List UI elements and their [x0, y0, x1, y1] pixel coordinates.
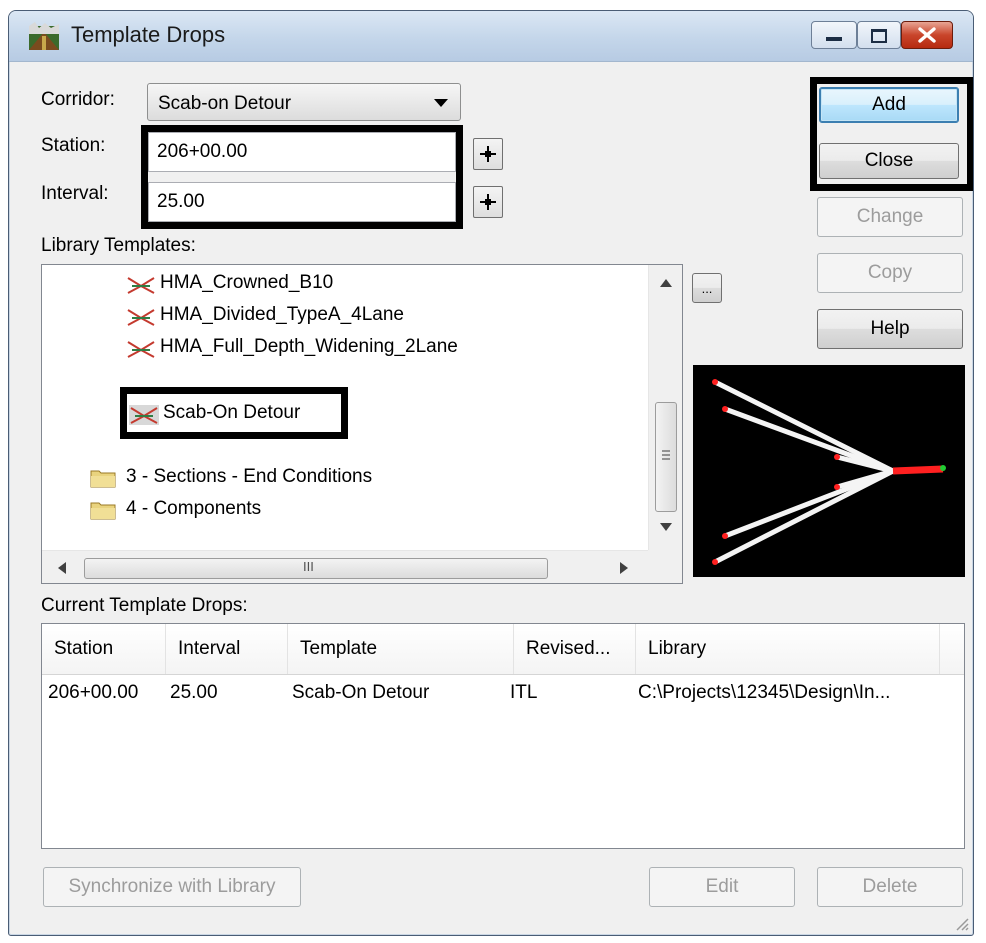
crosshair-icon [480, 194, 496, 210]
tree-horizontal-scrollbar[interactable]: III [42, 550, 648, 583]
table-header: Station Interval Template Revised... Lib… [42, 624, 964, 675]
delete-button[interactable]: Delete [817, 867, 963, 907]
maximize-icon [871, 29, 887, 43]
template-drops-window: Template Drops Corridor: Scab-on Detour … [8, 10, 974, 936]
current-template-drops-label: Current Template Drops: [41, 595, 248, 616]
station-input[interactable] [149, 133, 455, 171]
scroll-left-arrow-icon [58, 562, 66, 574]
library-templates-label: Library Templates: [41, 235, 196, 256]
cell-template: Scab-On Detour [292, 682, 430, 703]
interval-input[interactable] [149, 183, 455, 221]
template-preview [693, 365, 965, 577]
browse-library-button[interactable]: ... [692, 273, 722, 303]
template-label: HMA_Crowned_B10 [160, 272, 334, 293]
folder-icon [90, 470, 116, 488]
library-templates-tree[interactable]: HMA_Crowned_B10 HMA_Divided_TypeA_4Lane … [41, 264, 683, 584]
interval-pick-button[interactable] [473, 186, 503, 218]
add-button[interactable]: Add [819, 87, 959, 123]
folder-label: 4 - Components [126, 498, 262, 519]
corridor-label: Corridor: [41, 89, 115, 110]
close-x-icon [918, 27, 936, 43]
cell-interval: 25.00 [170, 682, 218, 703]
minimize-icon [826, 37, 842, 41]
hscroll-grip: III [303, 559, 314, 574]
template-label: HMA_Full_Depth_Widening_2Lane [160, 336, 458, 357]
minimize-button[interactable] [811, 21, 857, 49]
template-icon [127, 277, 155, 294]
help-button[interactable]: Help [817, 309, 963, 349]
cell-station: 206+00.00 [48, 682, 139, 703]
column-header-library[interactable]: Library [636, 624, 940, 674]
corridor-dropdown[interactable]: Scab-on Detour [147, 83, 461, 121]
title-bar[interactable]: Template Drops [9, 11, 973, 62]
template-icon [129, 405, 159, 425]
change-button[interactable]: Change [817, 197, 963, 237]
crosshair-icon [480, 146, 496, 162]
edit-button[interactable]: Edit [649, 867, 795, 907]
maximize-button[interactable] [857, 21, 901, 49]
column-header-interval[interactable]: Interval [166, 624, 288, 674]
folder-label: 2 - Sections - Pavement [126, 436, 329, 457]
scroll-grip-icon [662, 450, 670, 460]
template-label: Scab-On Detour [163, 402, 301, 423]
column-header-revised[interactable]: Revised... [514, 624, 636, 674]
scroll-corner [648, 550, 682, 583]
folder-icon [90, 438, 116, 458]
synchronize-with-library-button[interactable]: Synchronize with Library [43, 867, 301, 907]
station-pick-button[interactable] [473, 138, 503, 170]
resize-grip-icon[interactable] [953, 915, 969, 931]
template-icon [127, 341, 155, 358]
scroll-up-arrow-icon [660, 279, 672, 287]
template-icon [127, 309, 155, 326]
interval-field-box [148, 182, 456, 222]
column-header-template[interactable]: Template [288, 624, 514, 674]
selected-template-highlight: Scab-On Detour [120, 387, 348, 439]
template-drops-app-icon [29, 22, 59, 50]
close-button[interactable]: Close [819, 143, 959, 179]
scroll-down-arrow-icon [660, 523, 672, 531]
station-field-box [148, 132, 456, 172]
window-title: Template Drops [71, 22, 226, 47]
folder-icon [90, 502, 116, 520]
corridor-selected-value: Scab-on Detour [158, 93, 292, 114]
close-window-button[interactable] [901, 21, 953, 49]
cell-library: C:\Projects\12345\Design\In... [638, 682, 891, 703]
dropdown-arrow-icon [434, 99, 448, 107]
tree-vertical-scrollbar[interactable] [648, 265, 682, 550]
interval-label: Interval: [41, 183, 109, 204]
copy-button[interactable]: Copy [817, 253, 963, 293]
tree-hscroll-thumb[interactable]: III [84, 558, 548, 579]
station-label: Station: [41, 135, 106, 156]
template-label: HMA_Divided_TypeA_4Lane [160, 304, 404, 325]
scroll-right-arrow-icon [620, 562, 628, 574]
template-drops-table[interactable]: Station Interval Template Revised... Lib… [41, 623, 965, 849]
column-header-station[interactable]: Station [42, 624, 166, 674]
tree-vscroll-thumb[interactable] [655, 402, 677, 512]
folder-label: 3 - Sections - End Conditions [126, 466, 373, 487]
cell-revised: ITL [510, 682, 538, 703]
